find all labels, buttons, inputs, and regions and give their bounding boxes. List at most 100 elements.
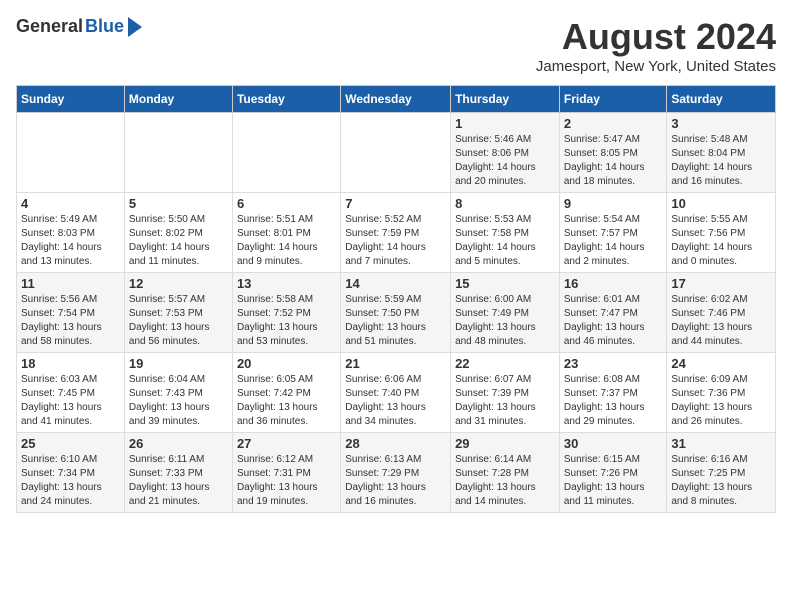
day-detail: Sunrise: 5:54 AM Sunset: 7:57 PM Dayligh… [564,213,663,269]
calendar-cell [124,113,232,193]
calendar-cell: 25 Sunrise: 6:10 AM Sunset: 7:34 PM Dayli… [17,433,125,513]
day-detail: Sunrise: 5:47 AM Sunset: 8:05 PM Dayligh… [564,133,663,189]
day-number: 7 [345,196,446,211]
calendar-cell: 20Sunrise: 6:05 AM Sunset: 7:42 PM Dayli… [232,353,340,433]
day-detail: Sunrise: 5:59 AM Sunset: 7:50 PM Dayligh… [345,293,446,349]
calendar-cell: 11 Sunrise: 5:56 AM Sunset: 7:54 PM Dayli… [17,273,125,353]
day-number: 1 [455,116,555,131]
weekday-header-tuesday: Tuesday [232,86,340,113]
calendar-subtitle: Jamesport, New York, United States [536,58,776,75]
day-detail: Sunrise: 6:02 AM Sunset: 7:46 PM Dayligh… [671,293,771,349]
weekday-header-wednesday: Wednesday [341,86,451,113]
calendar-cell: 5 Sunrise: 5:50 AM Sunset: 8:02 PM Daylig… [124,193,232,273]
day-number: 29 [455,436,555,451]
day-detail: Sunrise: 5:57 AM Sunset: 7:53 PM Dayligh… [129,293,228,349]
day-number: 22 [455,356,555,371]
calendar-cell: 31 Sunrise: 6:16 AM Sunset: 7:25 PM Dayli… [667,433,776,513]
day-number: 19 [129,356,228,371]
day-number: 2 [564,116,663,131]
day-number: 13 [237,276,336,291]
day-number: 8 [455,196,555,211]
calendar-header: SundayMondayTuesdayWednesdayThursdayFrid… [17,86,776,113]
day-number: 26 [129,436,228,451]
day-detail: Sunrise: 6:00 AM Sunset: 7:49 PM Dayligh… [455,293,555,349]
logo-arrow-icon [128,17,142,37]
calendar-cell: 9 Sunrise: 5:54 AM Sunset: 7:57 PM Daylig… [559,193,667,273]
day-number: 30 [564,436,663,451]
calendar-cell: 13 Sunrise: 5:58 AM Sunset: 7:52 PM Dayli… [232,273,340,353]
day-number: 14 [345,276,446,291]
day-detail: Sunrise: 5:49 AM Sunset: 8:03 PM Dayligh… [21,213,120,269]
calendar-cell: 24 Sunrise: 6:09 AM Sunset: 7:36 PM Dayli… [667,353,776,433]
logo: General Blue [16,16,142,37]
day-number: 25 [21,436,120,451]
calendar-cell: 8Sunrise: 5:53 AM Sunset: 7:58 PM Daylig… [451,193,560,273]
day-number: 15 [455,276,555,291]
day-detail: Sunrise: 6:12 AM Sunset: 7:31 PM Dayligh… [237,453,336,509]
day-detail: Sunrise: 6:04 AM Sunset: 7:43 PM Dayligh… [129,373,228,429]
day-number: 11 [21,276,120,291]
day-detail: Sunrise: 6:16 AM Sunset: 7:25 PM Dayligh… [671,453,771,509]
calendar-week-row: 18 Sunrise: 6:03 AM Sunset: 7:45 PM Dayli… [17,353,776,433]
calendar-week-row: 25 Sunrise: 6:10 AM Sunset: 7:34 PM Dayli… [17,433,776,513]
weekday-header-friday: Friday [559,86,667,113]
weekday-header-thursday: Thursday [451,86,560,113]
calendar-cell: 26 Sunrise: 6:11 AM Sunset: 7:33 PM Dayli… [124,433,232,513]
calendar-cell: 22 Sunrise: 6:07 AM Sunset: 7:39 PM Dayli… [451,353,560,433]
day-detail: Sunrise: 6:01 AM Sunset: 7:47 PM Dayligh… [564,293,663,349]
day-number: 24 [671,356,771,371]
calendar-cell: 19 Sunrise: 6:04 AM Sunset: 7:43 PM Dayli… [124,353,232,433]
calendar-cell [17,113,125,193]
day-detail: Sunrise: 6:05 AM Sunset: 7:42 PM Dayligh… [237,373,336,429]
day-detail: Sunrise: 5:56 AM Sunset: 7:54 PM Dayligh… [21,293,120,349]
calendar-cell: 2 Sunrise: 5:47 AM Sunset: 8:05 PM Daylig… [559,113,667,193]
calendar-week-row: 11 Sunrise: 5:56 AM Sunset: 7:54 PM Dayli… [17,273,776,353]
day-number: 28 [345,436,446,451]
day-number: 4 [21,196,120,211]
day-number: 18 [21,356,120,371]
day-detail: Sunrise: 6:10 AM Sunset: 7:34 PM Dayligh… [21,453,120,509]
calendar-cell: 23 Sunrise: 6:08 AM Sunset: 7:37 PM Dayli… [559,353,667,433]
day-detail: Sunrise: 5:58 AM Sunset: 7:52 PM Dayligh… [237,293,336,349]
day-detail: Sunrise: 6:13 AM Sunset: 7:29 PM Dayligh… [345,453,446,509]
day-number: 16 [564,276,663,291]
calendar-cell: 15 Sunrise: 6:00 AM Sunset: 7:49 PM Dayli… [451,273,560,353]
weekday-header-saturday: Saturday [667,86,776,113]
logo-general-text: General [16,16,83,37]
logo-blue-text: Blue [85,16,124,37]
calendar-week-row: 4 Sunrise: 5:49 AM Sunset: 8:03 PM Daylig… [17,193,776,273]
day-detail: Sunrise: 6:08 AM Sunset: 7:37 PM Dayligh… [564,373,663,429]
day-number: 27 [237,436,336,451]
weekday-header-sunday: Sunday [17,86,125,113]
day-detail: Sunrise: 6:11 AM Sunset: 7:33 PM Dayligh… [129,453,228,509]
day-number: 6 [237,196,336,211]
weekday-header-monday: Monday [124,86,232,113]
calendar-cell: 28 Sunrise: 6:13 AM Sunset: 7:29 PM Dayli… [341,433,451,513]
calendar-cell [232,113,340,193]
day-detail: Sunrise: 6:09 AM Sunset: 7:36 PM Dayligh… [671,373,771,429]
calendar-cell [341,113,451,193]
day-detail: Sunrise: 6:06 AM Sunset: 7:40 PM Dayligh… [345,373,446,429]
calendar-cell: 29Sunrise: 6:14 AM Sunset: 7:28 PM Dayli… [451,433,560,513]
calendar-body: 1Sunrise: 5:46 AM Sunset: 8:06 PM Daylig… [17,113,776,513]
calendar-cell: 1Sunrise: 5:46 AM Sunset: 8:06 PM Daylig… [451,113,560,193]
day-number: 9 [564,196,663,211]
day-detail: Sunrise: 5:55 AM Sunset: 7:56 PM Dayligh… [671,213,771,269]
day-number: 10 [671,196,771,211]
day-number: 23 [564,356,663,371]
day-number: 31 [671,436,771,451]
day-number: 21 [345,356,446,371]
day-number: 5 [129,196,228,211]
calendar-week-row: 1Sunrise: 5:46 AM Sunset: 8:06 PM Daylig… [17,113,776,193]
calendar-cell: 18 Sunrise: 6:03 AM Sunset: 7:45 PM Dayli… [17,353,125,433]
calendar-cell: 4 Sunrise: 5:49 AM Sunset: 8:03 PM Daylig… [17,193,125,273]
day-number: 17 [671,276,771,291]
weekday-header-row: SundayMondayTuesdayWednesdayThursdayFrid… [17,86,776,113]
day-detail: Sunrise: 6:07 AM Sunset: 7:39 PM Dayligh… [455,373,555,429]
day-detail: Sunrise: 5:50 AM Sunset: 8:02 PM Dayligh… [129,213,228,269]
calendar-cell: 14 Sunrise: 5:59 AM Sunset: 7:50 PM Dayli… [341,273,451,353]
day-number: 3 [671,116,771,131]
day-detail: Sunrise: 5:52 AM Sunset: 7:59 PM Dayligh… [345,213,446,269]
calendar-cell: 7 Sunrise: 5:52 AM Sunset: 7:59 PM Daylig… [341,193,451,273]
day-detail: Sunrise: 6:03 AM Sunset: 7:45 PM Dayligh… [21,373,120,429]
